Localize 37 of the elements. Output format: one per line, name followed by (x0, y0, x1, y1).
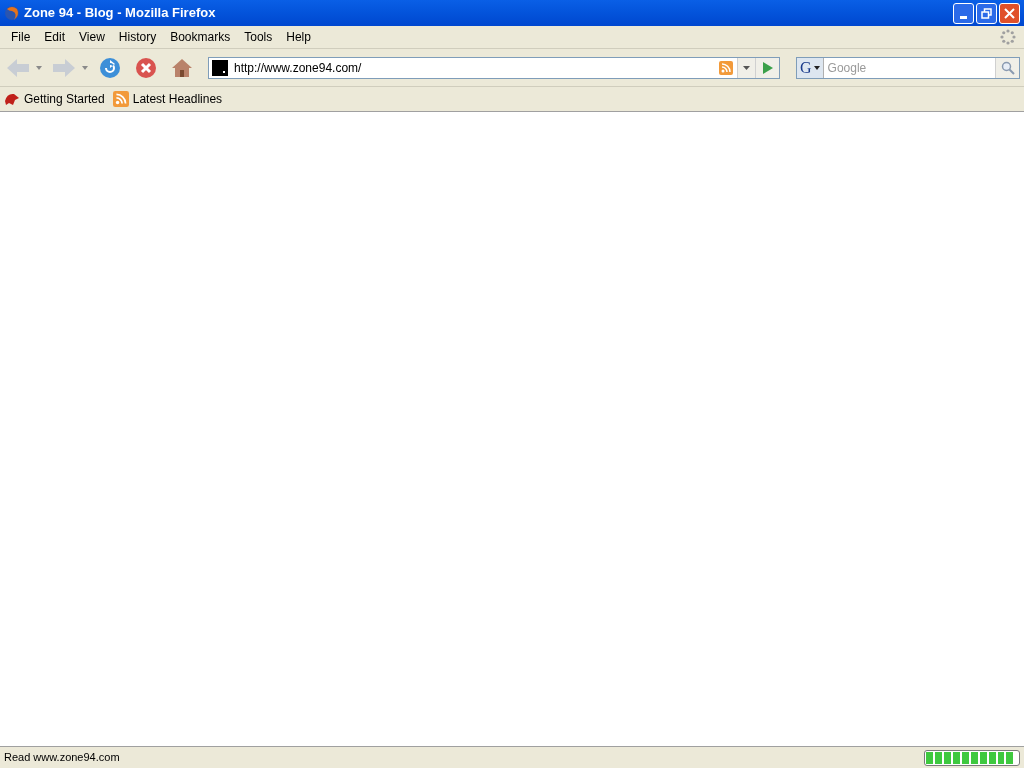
window-title: Zone 94 - Blog - Mozilla Firefox (24, 4, 216, 23)
menu-item[interactable]: History (111, 28, 164, 46)
rss-feed-icon[interactable] (719, 60, 733, 75)
go-button[interactable] (755, 57, 779, 78)
restore-button[interactable] (976, 2, 997, 24)
minimize-button[interactable] (953, 2, 974, 24)
search-button[interactable] (995, 57, 1019, 78)
status-text: Read www.zone94.com (4, 750, 120, 766)
menu-item[interactable]: File (4, 28, 38, 46)
search-engine-button[interactable]: G (797, 57, 824, 78)
menu-item[interactable]: Tools (237, 28, 280, 46)
history-dropdown-button[interactable] (737, 57, 755, 78)
minimize-icon (960, 15, 967, 19)
caret-icon (743, 65, 750, 70)
bookmark-item[interactable]: Latest Headlines (112, 90, 223, 108)
bookmark-item[interactable]: Getting Started (4, 90, 105, 108)
search-icon (1000, 60, 1015, 75)
restore-icon (981, 7, 992, 19)
loading-throbber-icon (1000, 29, 1016, 45)
menu-item[interactable]: Bookmarks (163, 28, 238, 46)
address-field[interactable]: http://www.zone94.com/ (208, 56, 780, 79)
rss-feed-icon (112, 91, 129, 107)
dropdown-caret-icon[interactable] (36, 65, 42, 70)
menu-item[interactable]: Help (279, 28, 318, 46)
search-field[interactable]: G Google (796, 56, 1020, 79)
close-icon (1004, 7, 1015, 19)
menu-item[interactable]: View (72, 28, 112, 46)
bookmark-page-icon (4, 91, 20, 107)
search-input[interactable]: Google (823, 58, 995, 77)
site-icon (212, 59, 228, 76)
dropdown-caret-icon[interactable] (82, 65, 88, 70)
caret-icon (813, 65, 820, 70)
globe-icon (4, 5, 20, 21)
play-arrow-icon (762, 61, 773, 74)
close-button[interactable] (999, 2, 1020, 24)
menu-item[interactable]: Edit (37, 28, 73, 46)
url-text: http://www.zone94.com/ (234, 59, 362, 77)
